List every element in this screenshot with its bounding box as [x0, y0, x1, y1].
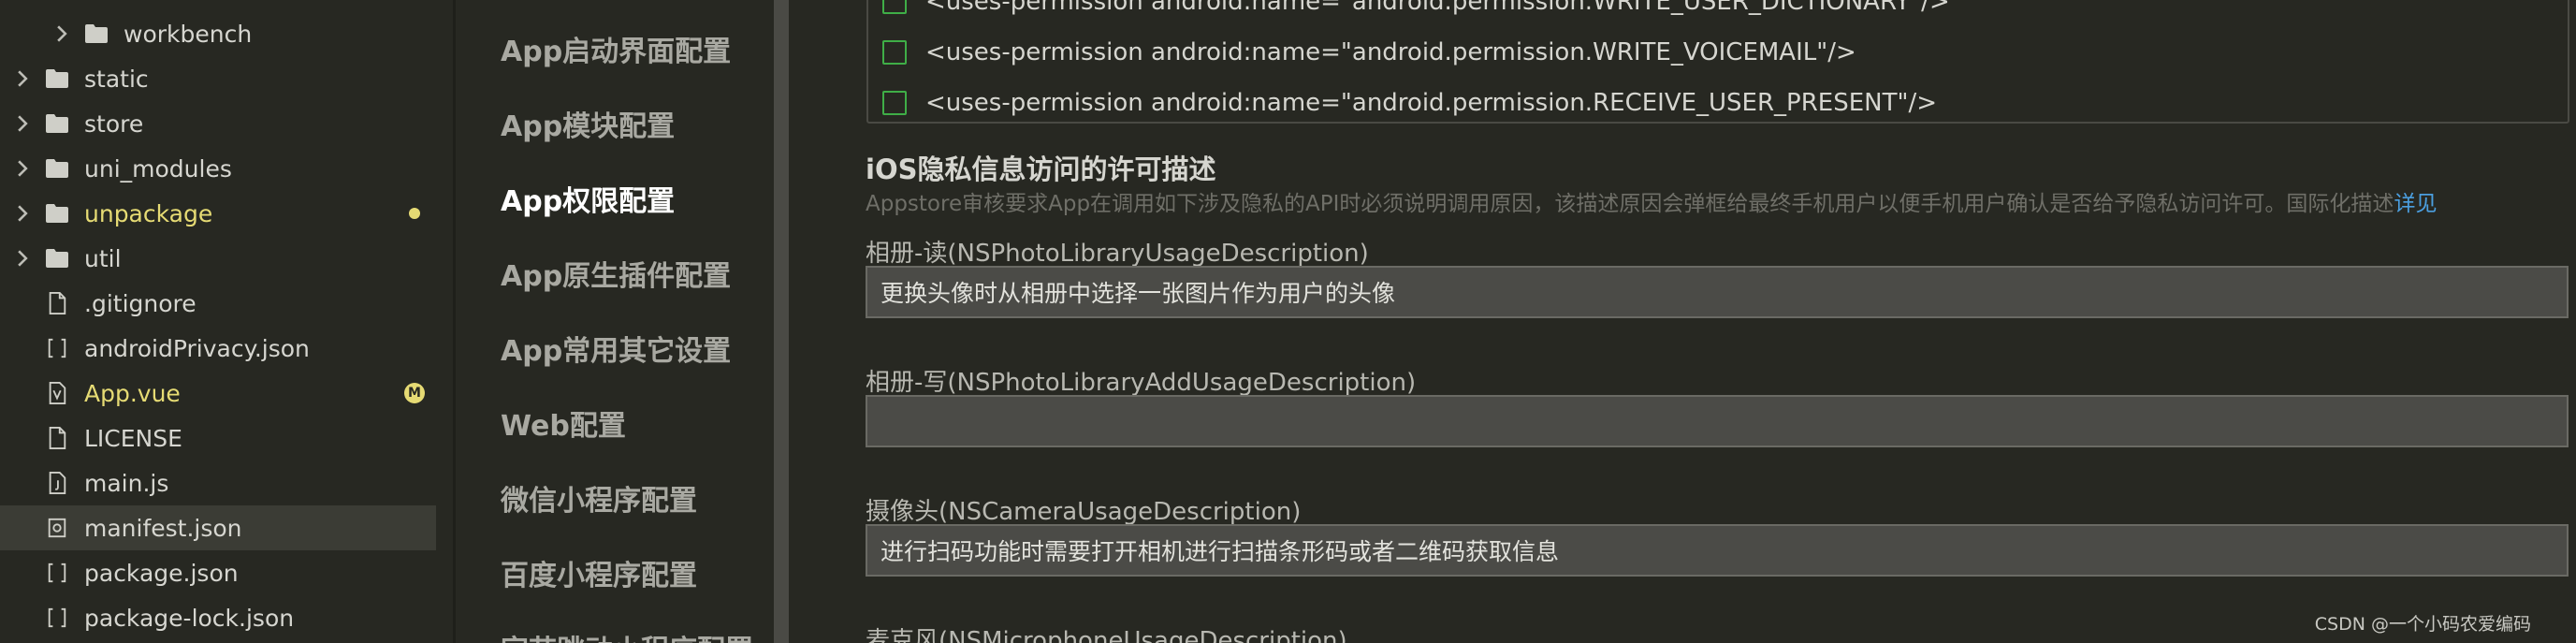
folder-icon	[45, 66, 69, 91]
folder-icon	[45, 156, 69, 181]
file-tree-item-label: .gitignore	[84, 289, 196, 317]
privacy-description-input[interactable]	[866, 266, 2569, 318]
file-tree-item[interactable]: LICENSE	[0, 416, 436, 460]
file-tree-item[interactable]: uni_modules	[0, 146, 436, 191]
folder-icon	[84, 22, 109, 46]
file-tree-item-label: workbench	[124, 20, 253, 48]
settings-nav-item[interactable]: Web配置	[501, 402, 626, 444]
settings-nav-item[interactable]: App启动界面配置	[501, 28, 731, 69]
ios-privacy-title: iOS隐私信息访问的许可描述	[866, 153, 1216, 185]
file-tree-item-label: package.json	[84, 559, 239, 587]
settings-nav-item[interactable]: App常用其它设置	[501, 328, 731, 369]
chevron-right-icon[interactable]	[15, 250, 30, 267]
permission-checkbox[interactable]	[882, 0, 907, 14]
folder-icon	[45, 201, 69, 226]
file-tree-item[interactable]: App.vue M	[0, 371, 436, 416]
permission-row[interactable]: <uses-permission android:name="android.p…	[882, 84, 1937, 122]
permission-label: <uses-permission android:name="android.p…	[925, 0, 1950, 16]
folder-icon	[45, 111, 69, 136]
file-tree-item[interactable]: .gitignore	[0, 281, 436, 326]
watermark: CSDN @一个小码农爱编码	[2314, 614, 2531, 635]
settings-nav-item[interactable]: App模块配置	[501, 103, 675, 144]
json-file-icon	[45, 561, 69, 585]
file-tree-item[interactable]: manifest.json	[0, 505, 436, 550]
ios-privacy-description: Appstore审核要求App在调用如下涉及隐私的API时必须说明调用原因，该描…	[866, 185, 2437, 217]
permission-checkbox[interactable]	[882, 91, 907, 115]
privacy-field-label: 摄像头(NSCameraUsageDescription)	[866, 498, 1302, 526]
nav-scrollbar[interactable]	[774, 0, 789, 643]
privacy-field-label: 相册-读(NSPhotoLibraryUsageDescription)	[866, 240, 1369, 268]
chevron-right-icon[interactable]	[54, 25, 69, 42]
manifest-settings-nav: App启动界面配置 App模块配置 App权限配置 App原生插件配置 App常用其它设…	[456, 0, 774, 643]
file-tree-item-label: store	[84, 110, 144, 138]
permission-checkbox[interactable]	[882, 40, 907, 65]
chevron-right-icon[interactable]	[15, 160, 30, 177]
file-tree-item-label: uni_modules	[84, 154, 232, 183]
file-tree-item-label: unpackage	[84, 199, 213, 227]
file-explorer: workbench static store uni_modules unpackage…	[0, 0, 453, 643]
file-tree-item[interactable]: workbench	[0, 11, 436, 56]
permission-row[interactable]: <uses-permission android:name="android.p…	[882, 0, 1950, 21]
file-tree-item-label: static	[84, 65, 149, 93]
settings-nav-item[interactable]: App原生插件配置	[501, 253, 731, 294]
file-tree-item[interactable]: static	[0, 56, 436, 101]
permission-label: <uses-permission android:name="android.p…	[925, 38, 1856, 66]
settings-nav-item[interactable]: App权限配置	[501, 178, 675, 219]
settings-nav-item[interactable]: 微信小程序配置	[501, 477, 697, 519]
file-tree-item[interactable]: store	[0, 101, 436, 146]
folder-icon	[45, 246, 69, 270]
vue-file-icon	[45, 381, 69, 405]
file-tree-item[interactable]: util	[0, 236, 436, 281]
file-tree-item-label: App.vue	[84, 379, 181, 407]
file-tree-item[interactable]: main.js	[0, 460, 436, 505]
json-file-icon	[45, 336, 69, 360]
privacy-field-label: 相册-写(NSPhotoLibraryAddUsageDescription)	[866, 369, 1417, 397]
file-tree-item-label: package-lock.json	[84, 604, 295, 632]
file-icon	[45, 426, 69, 450]
chevron-right-icon[interactable]	[15, 70, 30, 87]
permission-row[interactable]: <uses-permission android:name="android.p…	[882, 34, 1856, 71]
file-tree-item-label: androidPrivacy.json	[84, 334, 310, 362]
file-tree-item[interactable]: package.json	[0, 550, 436, 595]
chevron-right-icon[interactable]	[15, 115, 30, 132]
settings-nav-item[interactable]: 百度小程序配置	[501, 552, 697, 593]
file-tree-item[interactable]: unpackage	[0, 191, 436, 236]
privacy-description-input[interactable]	[866, 524, 2569, 577]
privacy-description-input[interactable]	[866, 395, 2569, 447]
privacy-field-label: 麦克风(NSMicrophoneUsageDescription)	[866, 627, 1347, 643]
js-file-icon	[45, 471, 69, 495]
manifest-file-icon	[45, 516, 69, 540]
settings-nav-item[interactable]: 字节跳动小程序配置	[501, 627, 753, 643]
file-tree-item-label: main.js	[84, 469, 169, 497]
git-status-badge: M	[404, 383, 425, 403]
file-tree-item-label: LICENSE	[84, 424, 182, 452]
file-tree-item-label: util	[84, 244, 122, 272]
ios-privacy-description-text: Appstore审核要求App在调用如下涉及隐私的API时必须说明调用原因，该描…	[866, 192, 2394, 216]
file-icon	[45, 291, 69, 315]
manifest-settings-panel: iOS隐私信息访问的许可描述 Appstore审核要求App在调用如下涉及隐私的…	[789, 0, 2576, 643]
permission-label: <uses-permission android:name="android.p…	[925, 89, 1937, 117]
file-tree-item-label: manifest.json	[84, 514, 242, 542]
json-file-icon	[45, 606, 69, 630]
modified-indicator	[409, 208, 420, 219]
file-tree-item[interactable]: androidPrivacy.json	[0, 326, 436, 371]
chevron-right-icon[interactable]	[15, 205, 30, 222]
details-link[interactable]: 详见	[2394, 192, 2437, 216]
file-tree-item[interactable]: package-lock.json	[0, 595, 436, 640]
